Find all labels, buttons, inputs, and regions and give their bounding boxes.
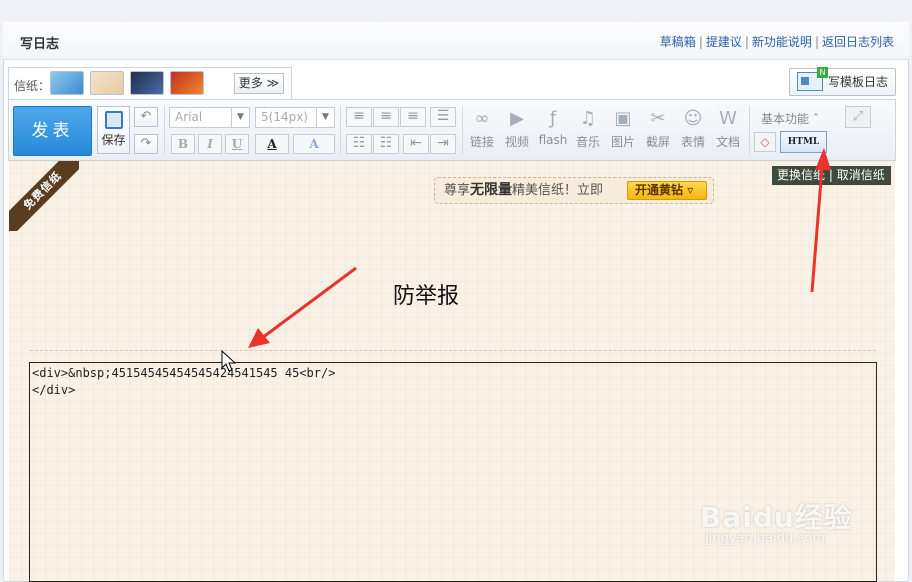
undo-icon[interactable]: ↶ [134, 107, 158, 127]
music-icon: ♫ [579, 108, 597, 129]
basic-features-label: 基本功能 [761, 112, 810, 126]
more-stationery-button[interactable]: 更多 ≫ [234, 73, 284, 94]
link-button[interactable]: ∞ 链接 [465, 108, 499, 150]
fairy-girl-stationery-icon[interactable] [90, 71, 124, 95]
screenshot-button[interactable]: ✂ 截屏 [641, 108, 675, 150]
open-yellow-diamond-button[interactable]: 开通黄钻 ▿ [627, 181, 707, 200]
code-line: </div> [32, 383, 76, 397]
video-label: 视频 [504, 135, 529, 149]
unordered-list-icon[interactable]: ☷ [373, 134, 399, 154]
free-stationery-label: 免费信纸 [9, 161, 79, 231]
separator: | [698, 35, 703, 49]
watermark-url: jingyan.baidu.com [705, 531, 825, 546]
header-links: 草稿箱 | 提建议 | 新功能说明 | 返回日志列表 [660, 33, 894, 50]
template-diary-button[interactable]: 写模板日志 [789, 67, 896, 96]
video-button[interactable]: ▶ 视频 [500, 108, 534, 150]
flash-icon: ƒ [549, 108, 557, 129]
redo-icon[interactable]: ↷ [134, 134, 158, 154]
annotation-text: 防举报 [393, 284, 460, 309]
font-size-select[interactable]: 5(14px) ▼ [255, 107, 335, 128]
html-source-editor[interactable]: <div>&nbsp;45154545454545424541545 45<br… [29, 362, 877, 582]
separator: | [744, 35, 749, 49]
expand-icon[interactable]: ⤢ [845, 106, 871, 128]
basic-features-toggle[interactable]: 基本功能 ˆ [761, 110, 819, 127]
music-label: 音乐 [575, 135, 600, 149]
promo-button-label: 开通黄钻 [635, 183, 684, 197]
change-stationery-link[interactable]: 更换信纸 [777, 168, 825, 182]
align-left-icon[interactable]: ≡ [346, 107, 372, 127]
chevron-down-icon: ▿ [687, 183, 694, 197]
red-hair-girl-stationery-icon[interactable] [170, 71, 204, 95]
lion-stationery-icon[interactable] [50, 71, 84, 95]
more-label: 更多 [238, 76, 263, 90]
align-center-icon[interactable]: ≡ [373, 107, 399, 127]
toolbar-divider [462, 106, 463, 154]
indent-icon[interactable]: ⇥ [430, 134, 456, 154]
toolbar-divider [340, 106, 341, 154]
save-label: 保存 [101, 133, 126, 147]
promo-bold: 无限量 [470, 182, 513, 198]
template-label: 写模板日志 [828, 75, 889, 89]
document-label: 文档 [715, 135, 740, 149]
bold-button[interactable]: B [171, 134, 195, 154]
document-button[interactable]: W 文档 [711, 108, 745, 150]
drafts-link[interactable]: 草稿箱 [660, 35, 696, 49]
stationery-label: 信纸： [14, 79, 51, 93]
line-spacing-icon[interactable]: ☰ [430, 107, 456, 127]
chevron-down-icon: ▼ [231, 108, 249, 127]
video-icon: ▶ [510, 108, 524, 129]
html-mode-button[interactable]: HTML [780, 131, 827, 153]
underline-button[interactable]: U [225, 134, 249, 154]
link-label: 链接 [469, 135, 494, 149]
font-size-value: 5(14px) [261, 110, 308, 124]
separator: | [828, 168, 833, 182]
font-family-value: Arial [175, 110, 203, 124]
free-stationery-ribbon: 免费信纸 [9, 161, 79, 231]
separator: | [814, 35, 819, 49]
link-icon: ∞ [474, 108, 490, 129]
music-button[interactable]: ♫ 音乐 [571, 108, 605, 150]
emoji-icon: ☺ [683, 108, 703, 129]
emoji-label: 表情 [680, 135, 705, 149]
toolbar-divider [749, 106, 750, 154]
screenshot-label: 截屏 [645, 135, 670, 149]
divider [30, 350, 876, 351]
save-disk-icon [104, 111, 123, 129]
font-family-select[interactable]: Arial ▼ [169, 107, 250, 128]
save-button[interactable]: 保存 [97, 106, 130, 154]
stationery-actions-bar: 更换信纸 | 取消信纸 [772, 166, 891, 185]
highlight-button[interactable]: A [293, 134, 335, 154]
font-color-button[interactable]: A [255, 134, 289, 154]
emoji-button[interactable]: ☺ 表情 [676, 108, 710, 150]
document-icon: W [719, 108, 737, 129]
publish-button[interactable]: 发表 [13, 106, 92, 156]
back-to-list-link[interactable]: 返回日志列表 [822, 35, 894, 49]
eraser-icon[interactable]: ◇ [754, 132, 776, 152]
image-icon: ▣ [614, 108, 632, 129]
image-label: 图片 [610, 135, 635, 149]
align-right-icon[interactable]: ≡ [400, 107, 426, 127]
watermark-brand: Baidu经验 [700, 501, 853, 534]
chevron-double-icon: ≫ [266, 76, 280, 90]
promo-suffix: 精美信纸！立即 [512, 183, 604, 198]
cancel-stationery-link[interactable]: 取消信纸 [837, 168, 885, 182]
flash-button[interactable]: ƒ flash [536, 108, 570, 147]
ordered-list-icon[interactable]: ☷ [346, 134, 372, 154]
boy-stationery-icon[interactable] [130, 71, 164, 95]
toolbar-divider [164, 106, 165, 154]
chevron-down-icon: ▼ [316, 108, 334, 127]
suggest-link[interactable]: 提建议 [706, 35, 742, 49]
code-line: <div>&nbsp;45154545454545424541545 45<br… [32, 366, 336, 380]
page-title: 写日志 [20, 37, 60, 52]
image-button[interactable]: ▣ 图片 [606, 108, 640, 150]
chevron-up-icon: ˆ [812, 112, 819, 126]
outdent-icon[interactable]: ⇤ [403, 134, 429, 154]
italic-button[interactable]: I [198, 134, 222, 154]
screenshot-icon: ✂ [650, 108, 666, 129]
flash-label: flash [538, 133, 568, 147]
promo-prefix: 尊享 [444, 183, 471, 198]
new-features-link[interactable]: 新功能说明 [752, 35, 812, 49]
template-icon [797, 67, 828, 91]
